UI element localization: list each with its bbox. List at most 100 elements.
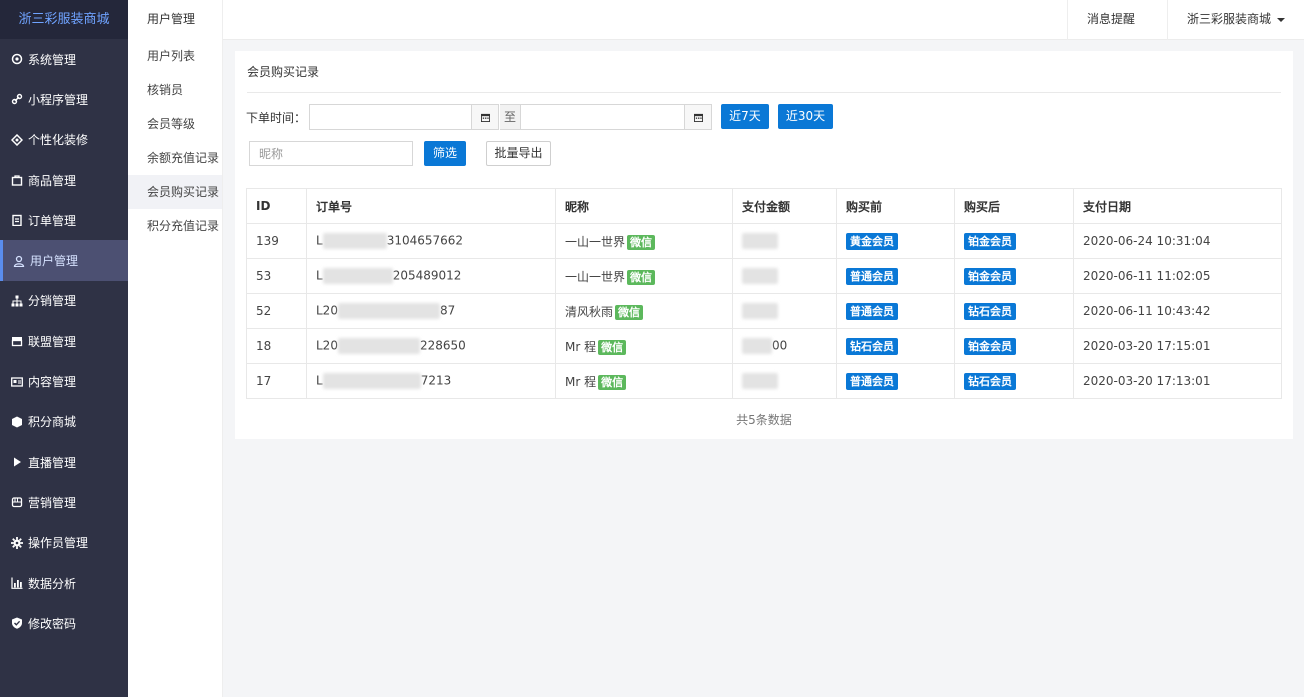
level-before-badge: 普通会员 [846, 372, 898, 390]
sidebar-item-label: 内容管理 [28, 375, 77, 390]
order-prefix: L [316, 233, 323, 248]
sidebar-item-label: 营销管理 [28, 495, 77, 510]
cube-icon [10, 415, 23, 428]
column-header: 昵称 [555, 188, 733, 224]
id-value: 52 [256, 304, 272, 318]
shield-check-icon [10, 617, 23, 630]
sidebar-item-label: 直播管理 [28, 455, 77, 470]
table-cell: 52 [246, 293, 307, 329]
table-row[interactable]: 139 L 3104657662 一山一世界 微信 黄金会员 铂金会员 2020-06-24 … [246, 223, 1282, 259]
id-value: 139 [256, 234, 279, 248]
pay-date: 2020-06-11 10:43:42 [1083, 304, 1211, 318]
calendar-icon[interactable] [471, 104, 499, 130]
redacted-blur [322, 268, 393, 284]
subnav-item-5[interactable]: 积分充值记录 [128, 209, 222, 243]
sidebar-item-9[interactable]: 积分商城 [0, 402, 128, 442]
column-header: 购买后 [954, 188, 1074, 224]
sidebar-item-0[interactable]: 系统管理 [0, 39, 128, 79]
level-before-badge: 普通会员 [846, 267, 898, 285]
sidebar-item-1[interactable]: 小程序管理 [0, 79, 128, 119]
top-bar: 消息提醒 浙三彩服装商城 [223, 0, 1304, 60]
redacted-blur [322, 233, 387, 249]
sidebar-item-5[interactable]: 用户管理 [0, 240, 128, 281]
order-suffix: 3104657662 [386, 233, 464, 248]
table-cell: 普通会员 [836, 363, 955, 399]
pay-date: 2020-06-24 10:31:04 [1083, 234, 1211, 248]
order-suffix: 205489012 [392, 268, 462, 283]
level-after-badge: 铂金会员 [964, 232, 1016, 250]
sidebar-item-label: 积分商城 [28, 415, 77, 430]
table-header-row: ID 订单号 昵称 支付金额 购买前 购买后 支付日期 [246, 188, 1282, 224]
nickname-search-input[interactable] [249, 141, 413, 166]
id-value: 18 [256, 339, 272, 353]
table-row[interactable]: 53 L 205489012 一山一世界 微信 普通会员 铂金会员 2020-06-11 11… [246, 258, 1282, 294]
filter-button[interactable]: 筛选 [424, 141, 466, 166]
nickname: 一山一世界 [565, 269, 626, 284]
table-cell: 00 [732, 328, 837, 364]
sidebar-item-7[interactable]: 联盟管理 [0, 321, 128, 361]
start-date-input[interactable] [309, 104, 472, 130]
column-header: ID [246, 188, 307, 224]
table-cell: L 3104657662 [306, 223, 556, 259]
id-card-icon [10, 375, 23, 388]
last-30-days-button[interactable]: 近30天 [778, 104, 833, 129]
sidebar-item-3[interactable]: 商品管理 [0, 160, 128, 200]
sidebar-item-13[interactable]: 数据分析 [0, 563, 128, 603]
subnav-item-3[interactable]: 余额充值记录 [128, 141, 222, 175]
nickname: Mr 程 [565, 339, 597, 354]
redacted-blur [742, 268, 778, 284]
subnav-item-4[interactable]: 会员购买记录 [128, 175, 222, 209]
table-row[interactable]: 52 L20 87 清风秋雨 微信 普通会员 钻石会员 2020-06-11 10:43:42 [246, 293, 1282, 329]
column-header: 订单号 [306, 188, 556, 224]
sidebar-item-10[interactable]: 直播管理 [0, 442, 128, 482]
play-icon [10, 456, 23, 469]
sidebar-item-4[interactable]: 订单管理 [0, 200, 128, 240]
sidebar-item-6[interactable]: 分销管理 [0, 281, 128, 321]
table-cell: 钻石会员 [836, 328, 955, 364]
table-row[interactable]: 18 L20 228650 Mr 程微信 00 钻石会员 铂金会员 2020-03-20 17… [246, 328, 1282, 364]
batch-export-button[interactable]: 批量导出 [486, 141, 551, 166]
calendar-icon[interactable] [684, 104, 712, 130]
end-date-input[interactable] [520, 104, 685, 130]
redacted-blur [742, 338, 772, 354]
page-title: 会员购买记录 [247, 65, 320, 79]
bar-chart-icon [10, 577, 23, 590]
table-cell [732, 293, 837, 329]
redacted-blur [742, 373, 778, 389]
sidebar-item-label: 分销管理 [28, 294, 77, 309]
sidebar-item-label: 联盟管理 [28, 334, 77, 349]
subnav-item-0[interactable]: 用户列表 [128, 39, 222, 73]
sidebar-item-8[interactable]: 内容管理 [0, 361, 128, 401]
subnav-item-2[interactable]: 会员等级 [128, 107, 222, 141]
column-header: 支付日期 [1073, 188, 1282, 224]
table-cell: L 205489012 [306, 258, 556, 294]
level-after-badge: 铂金会员 [964, 267, 1016, 285]
wechat-badge: 微信 [598, 374, 627, 390]
to-label: 至 [500, 104, 520, 130]
table-cell: L20 87 [306, 293, 556, 329]
wechat-badge: 微信 [627, 269, 656, 285]
table-cell: 铂金会员 [954, 223, 1074, 259]
last-7-days-button[interactable]: 近7天 [721, 104, 769, 129]
sidebar-item-11[interactable]: 营销管理 [0, 482, 128, 522]
table-row[interactable]: 17 L 7213 Mr 程微信 普通会员 钻石会员 2020-03-20 17:13:01 [246, 363, 1282, 399]
nickname: 一山一世界 [565, 234, 626, 249]
brand-logo[interactable]: 浙三彩服装商城 [0, 0, 128, 39]
sidebar-item-14[interactable]: 修改密码 [0, 603, 128, 643]
table-cell: 清风秋雨 微信 [555, 293, 733, 329]
table-cell: 钻石会员 [954, 363, 1074, 399]
sidebar-item-2[interactable]: 个性化装修 [0, 120, 128, 160]
order-suffix: 87 [439, 303, 456, 318]
redacted-blur [322, 373, 421, 389]
subnav-item-1[interactable]: 核销员 [128, 73, 222, 107]
sidebar-item-label: 操作员管理 [28, 536, 89, 551]
order-prefix: L [316, 268, 323, 283]
wechat-badge: 微信 [598, 339, 627, 355]
messages-dropdown[interactable]: 消息提醒 [1067, 0, 1167, 60]
sidebar-item-label: 小程序管理 [28, 92, 89, 107]
store-dropdown[interactable]: 浙三彩服装商城 [1167, 0, 1304, 40]
store-label: 浙三彩服装商城 [1187, 12, 1272, 26]
sidebar-item-12[interactable]: 操作员管理 [0, 523, 128, 563]
chevron-down-icon [1277, 17, 1286, 22]
content-card: 会员购买记录 下单时间： 至 近7天 近30天 筛选 批量导出 ID订单号昵称支… [235, 51, 1293, 439]
